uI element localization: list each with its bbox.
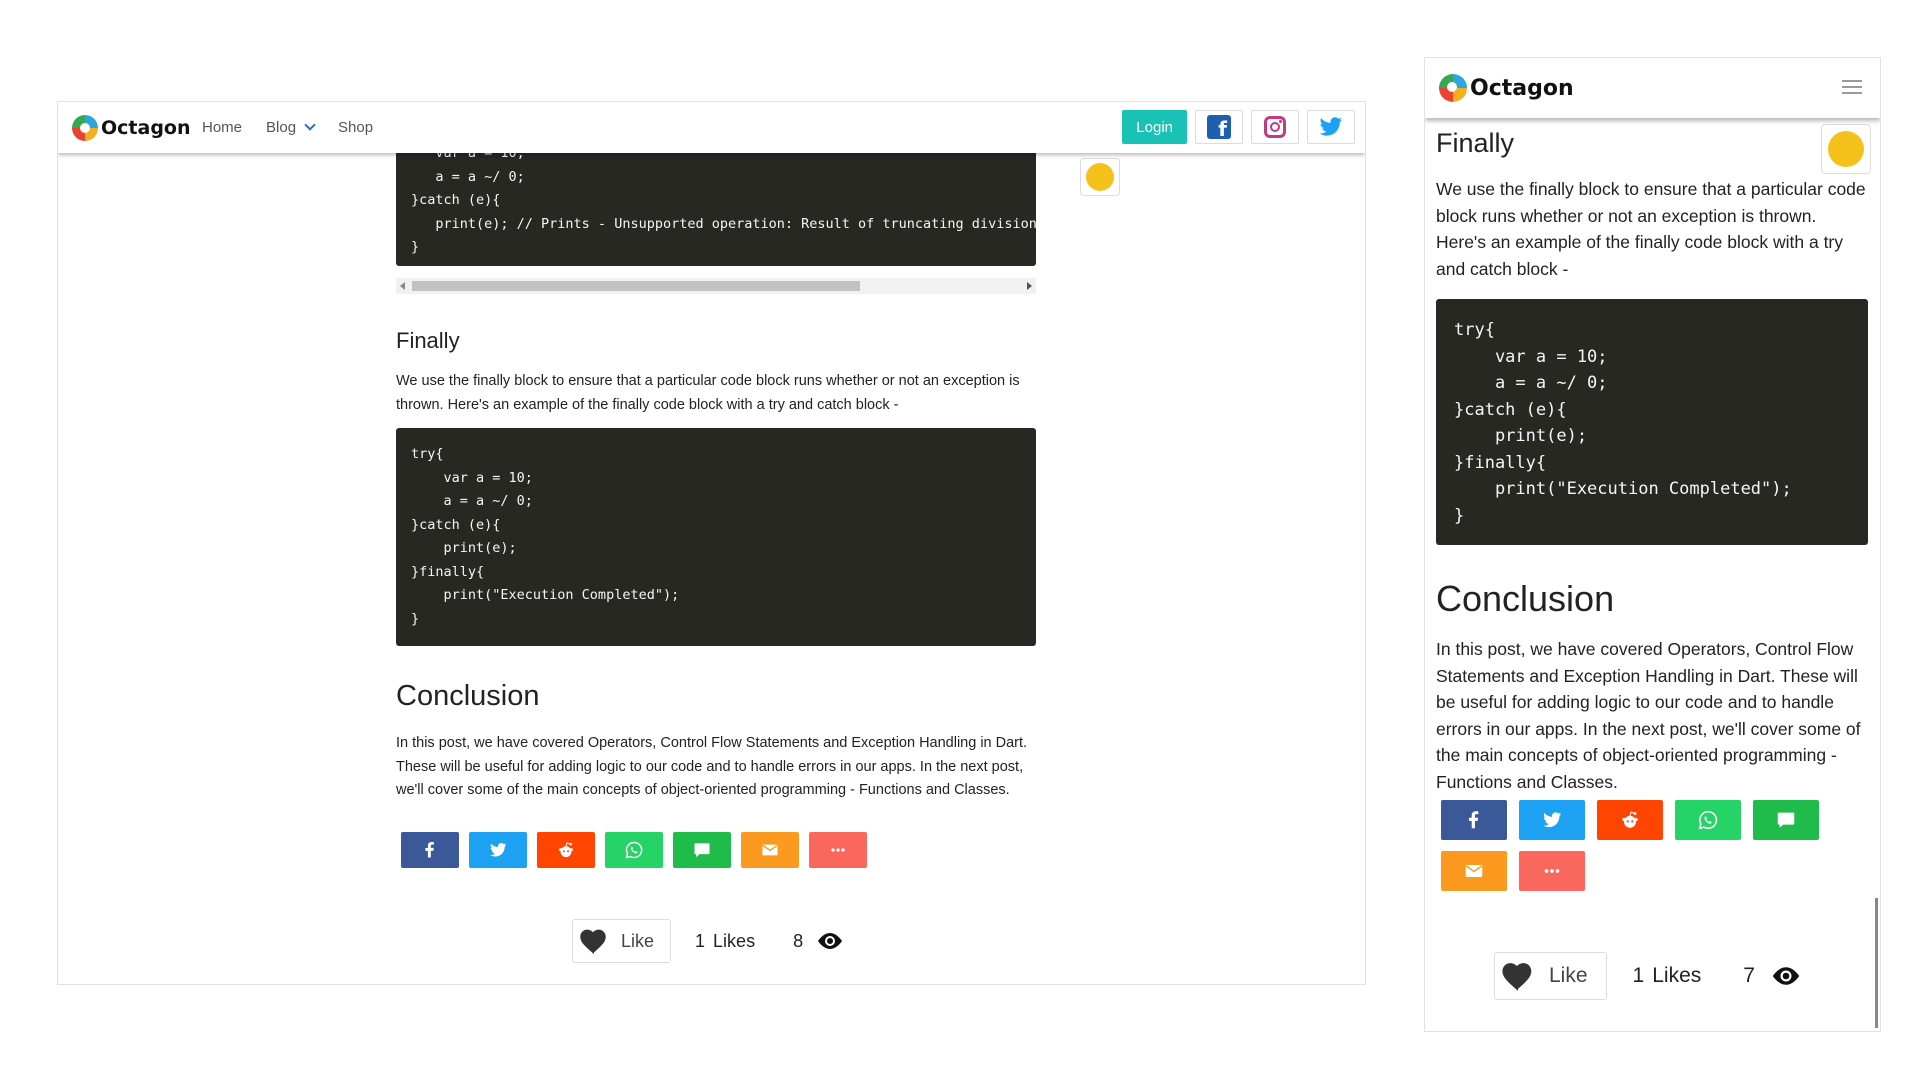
navbar: Octagon Home Blog Shop Login f [58, 102, 1365, 153]
nav-blog-label: Blog [266, 119, 297, 136]
twitter-icon [490, 843, 507, 857]
views-count: 8 [793, 930, 804, 951]
share-buttons [401, 832, 867, 868]
code-block-catch: var a = 10; a = a ~/ 0; }catch (e){ prin… [396, 142, 1036, 266]
dark-mode-toggle[interactable] [1080, 158, 1120, 196]
hamburger-icon[interactable] [1842, 80, 1862, 94]
nav-home[interactable]: Home [202, 119, 242, 136]
likes-count-mobile: 1 [1632, 964, 1645, 987]
twitter-link[interactable] [1307, 110, 1355, 144]
conclusion-heading-mobile: Conclusion [1436, 578, 1615, 619]
reddit-icon [559, 842, 573, 858]
moon-icon [1086, 163, 1114, 191]
eye-icon [818, 933, 843, 949]
finally-heading-mobile: Finally [1436, 128, 1515, 158]
conclusion-paragraph-mobile: In this post, we have covered Operators,… [1436, 639, 1861, 792]
nav-shop[interactable]: Shop [338, 119, 373, 136]
code-block-finally-mobile: try{ var a = 10; a = a ~/ 0; }catch (e){… [1436, 299, 1868, 545]
finally-paragraph-mobile: We use the finally block to ensure that … [1436, 179, 1866, 279]
share-twitter-button[interactable] [469, 832, 527, 868]
share-email-button-mobile[interactable] [1441, 851, 1507, 891]
share-facebook-button-mobile[interactable] [1441, 800, 1507, 840]
dark-mode-toggle-mobile[interactable] [1821, 124, 1871, 174]
conclusion-heading: Conclusion [396, 680, 540, 712]
heart-icon [1502, 963, 1532, 991]
finally-heading: Finally [396, 328, 460, 353]
main-menu: Home Blog Shop [202, 102, 373, 153]
likes-label: Likes [713, 930, 756, 951]
whatsapp-icon [1698, 810, 1718, 830]
sms-icon [694, 843, 710, 858]
facebook-icon [1468, 811, 1479, 829]
desktop-view: Octagon Home Blog Shop Login f var a = 1… [57, 101, 1366, 985]
like-label-mobile: Like [1549, 964, 1588, 987]
like-button-mobile[interactable]: Like [1494, 952, 1607, 1000]
share-sms-button-mobile[interactable] [1753, 800, 1819, 840]
share-whatsapp-button-mobile[interactable] [1675, 800, 1741, 840]
scroll-left-arrow-icon[interactable] [400, 282, 405, 290]
sms-icon [1777, 812, 1795, 828]
facebook-link[interactable]: f [1195, 110, 1243, 144]
share-whatsapp-button[interactable] [605, 832, 663, 868]
brand-logo[interactable]: Octagon [72, 115, 191, 141]
navbar-actions: Login f [1122, 110, 1355, 144]
share-buttons-mobile [1441, 800, 1841, 891]
share-facebook-button[interactable] [401, 832, 459, 868]
scroll-right-arrow-icon[interactable] [1027, 282, 1032, 290]
engagement-row-mobile: Like 1 Likes 7 [1494, 952, 1803, 1000]
likes-label-mobile: Likes [1652, 964, 1702, 987]
chevron-down-icon [304, 119, 316, 131]
scrollbar-thumb[interactable] [412, 281, 860, 291]
finally-paragraph: We use the finally block to ensure that … [396, 373, 1020, 413]
like-label: Like [621, 930, 655, 951]
reddit-icon [1622, 811, 1638, 828]
code-horizontal-scrollbar[interactable] [396, 278, 1036, 294]
twitter-icon [1543, 812, 1562, 828]
brand-logo-mobile[interactable]: Octagon [1439, 74, 1574, 102]
share-reddit-button-mobile[interactable] [1597, 800, 1663, 840]
email-icon [1465, 865, 1483, 877]
conclusion-paragraph: In this post, we have covered Operators,… [396, 735, 1028, 798]
more-icon [1544, 869, 1560, 873]
share-twitter-button-mobile[interactable] [1519, 800, 1585, 840]
share-sms-button[interactable] [673, 832, 731, 868]
instagram-icon [1264, 116, 1286, 138]
brand-name: Octagon [101, 117, 191, 139]
likes-count: 1 [695, 930, 706, 951]
vertical-scrollbar[interactable] [1875, 898, 1878, 1028]
twitter-icon [1319, 117, 1342, 136]
instagram-link[interactable] [1251, 110, 1299, 144]
like-button[interactable]: Like [572, 919, 672, 963]
whatsapp-icon [625, 841, 643, 859]
facebook-icon: f [1207, 115, 1231, 139]
nav-blog[interactable]: Blog [266, 119, 316, 136]
more-icon [831, 848, 845, 852]
heart-icon [580, 929, 606, 955]
mobile-view: Octagon Finally We use the finally block… [1424, 57, 1881, 1032]
share-reddit-button[interactable] [537, 832, 595, 868]
brand-name-mobile: Octagon [1470, 75, 1574, 101]
code-block-finally: try{ var a = 10; a = a ~/ 0; }catch (e){… [396, 428, 1036, 646]
engagement-row: Like 1 Likes 8 [572, 919, 845, 963]
share-email-button[interactable] [741, 832, 799, 868]
octagon-logo-icon [1439, 74, 1467, 102]
email-icon [762, 844, 778, 856]
login-button[interactable]: Login [1122, 110, 1187, 144]
moon-icon [1828, 131, 1864, 167]
facebook-icon [425, 842, 434, 858]
views-count-mobile: 7 [1743, 964, 1755, 987]
mobile-navbar: Octagon [1425, 58, 1880, 118]
eye-icon [1772, 967, 1800, 985]
octagon-logo-icon [72, 115, 98, 141]
share-more-button[interactable] [809, 832, 867, 868]
share-more-button-mobile[interactable] [1519, 851, 1585, 891]
